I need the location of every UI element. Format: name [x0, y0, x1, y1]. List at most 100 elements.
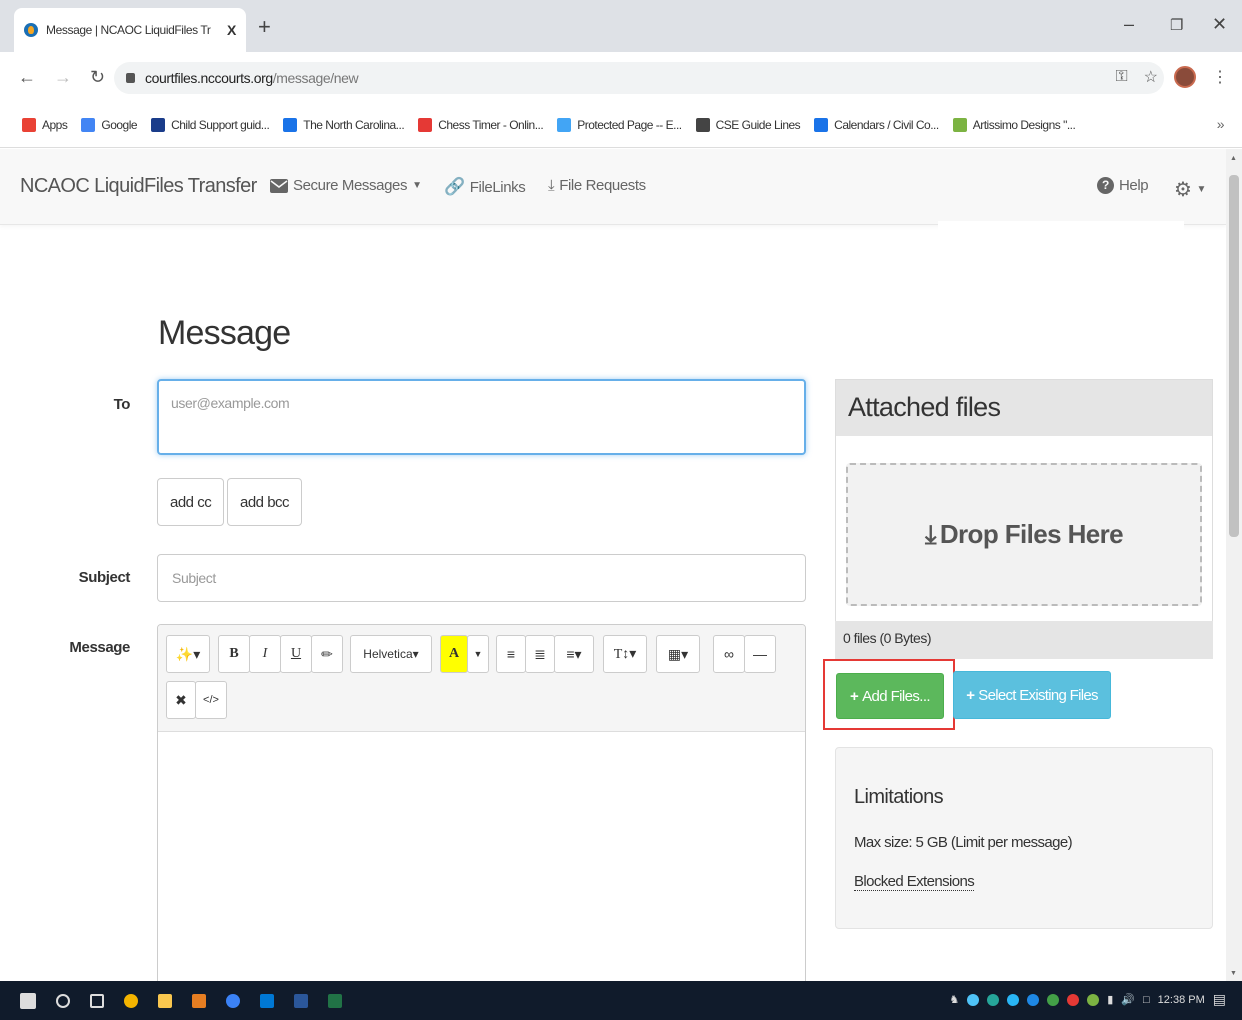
attached-files-title: Attached files	[836, 380, 1212, 436]
nav-filelinks-label: FileLinks	[469, 178, 526, 196]
code-view-icon[interactable]: </>	[195, 681, 227, 719]
new-tab-icon[interactable]: +	[258, 14, 271, 40]
link-icon[interactable]: ∞	[713, 635, 745, 673]
menu-kebab-icon[interactable]: ⋮	[1212, 67, 1228, 87]
limitations-title: Limitations	[854, 786, 944, 808]
bookmark-item[interactable]: Apps	[22, 117, 68, 132]
address-bar[interactable]: courtfiles.nccourts.org/message/new	[114, 62, 1164, 94]
key-icon[interactable]: ⚿	[1115, 68, 1127, 86]
maximize-icon[interactable]: ❐	[1170, 16, 1183, 34]
tray-app-icon[interactable]	[1007, 993, 1020, 1006]
question-circle-icon: ?	[1097, 177, 1114, 194]
minimize-icon[interactable]: –	[1124, 14, 1134, 35]
notifications-icon[interactable]: ▤	[1213, 991, 1226, 1008]
scroll-up-icon[interactable]: ▲	[1230, 155, 1237, 162]
tab-close-icon[interactable]: X	[227, 22, 236, 38]
word-icon[interactable]	[294, 993, 308, 1008]
add-cc-button[interactable]: add cc	[157, 478, 225, 526]
nav-secure-messages-label: Secure Messages	[293, 177, 408, 194]
font-family-select[interactable]: Helvetica ▾	[350, 635, 432, 673]
task-view-icon[interactable]	[90, 993, 104, 1008]
app-icon[interactable]	[192, 993, 206, 1008]
more-bookmarks-icon[interactable]: »	[1217, 116, 1225, 132]
bold-button[interactable]: B	[218, 635, 250, 673]
bookmark-item[interactable]: Google	[81, 117, 138, 132]
bookmark-label: Google	[101, 117, 138, 132]
to-field[interactable]: user@example.com	[157, 379, 806, 455]
bookmark-label: Calendars / Civil Co...	[834, 117, 939, 132]
bookmark-item[interactable]: Artissimo Designs "...	[952, 117, 1076, 132]
paragraph-align-icon[interactable]: ≡▾	[554, 635, 594, 673]
nav-file-requests[interactable]: ⤓ File Requests	[548, 177, 646, 194]
subject-field[interactable]: Subject	[157, 554, 806, 602]
drop-zone[interactable]: ⤓ Drop Files Here	[846, 463, 1202, 606]
brand-title[interactable]: NCAOC LiquidFiles Transfer	[20, 175, 257, 198]
text-height-icon[interactable]: T↕▾	[603, 635, 647, 673]
bookmark-item[interactable]: Child Support guid...	[151, 117, 270, 132]
color-caret-icon[interactable]: ▼	[467, 635, 489, 673]
eraser-icon[interactable]: ✏	[311, 635, 343, 673]
volume-icon[interactable]: 🔊	[1121, 993, 1135, 1006]
page-scrollbar[interactable]: ▲ ▼	[1226, 149, 1242, 981]
tray-app-icon[interactable]	[1067, 993, 1080, 1006]
app-navbar: NCAOC LiquidFiles Transfer Secure Messag…	[0, 149, 1226, 225]
edge-icon[interactable]	[226, 993, 240, 1008]
nav-help[interactable]: ? Help	[1097, 177, 1149, 194]
blocked-extensions-link[interactable]: Blocked Extensions	[854, 873, 975, 891]
people-icon[interactable]: ♞	[949, 993, 959, 1006]
italic-button[interactable]: I	[249, 635, 281, 673]
bookmark-item[interactable]: Chess Timer - Onlin...	[418, 117, 544, 132]
table-icon[interactable]: ▦▾	[656, 635, 700, 673]
bookmark-label: Protected Page -- E...	[577, 117, 682, 132]
file-explorer-icon[interactable]	[158, 993, 172, 1008]
subject-placeholder: Subject	[172, 570, 216, 586]
ordered-list-icon[interactable]: ≣	[525, 635, 555, 673]
bookmark-item[interactable]: Protected Page -- E...	[557, 117, 682, 132]
settings-menu[interactable]: ⚙ ▼	[1174, 177, 1206, 202]
bookmark-item[interactable]: The North Carolina...	[283, 117, 405, 132]
nav-filelinks[interactable]: 🔗 FileLinks	[444, 177, 526, 197]
onedrive-icon[interactable]	[967, 993, 980, 1006]
horizontal-rule-icon[interactable]: —	[744, 635, 776, 673]
scroll-down-icon[interactable]: ▼	[1230, 970, 1237, 977]
tray-app-icon[interactable]	[1047, 993, 1060, 1006]
bookmark-label: Chess Timer - Onlin...	[438, 117, 544, 132]
bookmark-label: Child Support guid...	[171, 117, 270, 132]
battery-icon[interactable]: ▮	[1107, 993, 1113, 1006]
bluetooth-icon[interactable]	[1027, 993, 1040, 1006]
bookmark-item[interactable]: CSE Guide Lines	[695, 117, 801, 132]
close-window-icon[interactable]: ✕	[1212, 14, 1227, 35]
message-editor[interactable]: ✨▾ B I U ✏ Helvetica ▾ A ▼ ≡ ≣ ≡▾ T↕▾ ▦▾ …	[157, 624, 806, 981]
underline-button[interactable]: U	[280, 635, 312, 673]
nav-help-label: Help	[1119, 177, 1149, 194]
network-icon[interactable]: □	[1143, 994, 1150, 1006]
select-existing-files-button[interactable]: + Select Existing Files	[953, 671, 1111, 719]
nav-secure-messages[interactable]: Secure Messages ▼	[270, 177, 422, 194]
reload-icon[interactable]: ↻	[90, 67, 105, 88]
tray-app-icon[interactable]	[987, 993, 1000, 1006]
message-label: Message	[69, 639, 130, 656]
back-icon[interactable]: ←	[18, 67, 36, 88]
google-icon	[81, 117, 96, 132]
search-icon[interactable]	[56, 993, 70, 1008]
windows-start-icon[interactable]	[20, 992, 36, 1009]
limitations-panel: Limitations Max size: 5 GB (Limit per me…	[835, 747, 1213, 929]
forward-icon[interactable]: →	[54, 67, 72, 88]
excel-icon[interactable]	[328, 993, 342, 1008]
unordered-list-icon[interactable]: ≡	[496, 635, 526, 673]
chrome-icon[interactable]	[124, 993, 138, 1008]
windows-taskbar: ♞ ▮ 🔊 □ 12:38 PM ▤	[0, 981, 1242, 1020]
bookmark-item[interactable]: Calendars / Civil Co...	[814, 117, 939, 132]
fullscreen-icon[interactable]: ✖	[166, 681, 196, 719]
clock-time[interactable]: 12:38 PM	[1158, 994, 1205, 1006]
avatar[interactable]	[1174, 66, 1196, 88]
text-color-icon[interactable]: A	[440, 635, 468, 673]
magic-wand-icon[interactable]: ✨▾	[166, 635, 210, 673]
outlook-icon[interactable]	[260, 993, 274, 1008]
scrollbar-thumb[interactable]	[1229, 175, 1239, 537]
tray-app-icon[interactable]	[1087, 993, 1100, 1006]
chess-icon	[418, 117, 433, 132]
star-icon[interactable]: ☆	[1144, 67, 1158, 87]
add-bcc-button[interactable]: add bcc	[227, 478, 303, 526]
browser-tab[interactable]: Message | NCAOC LiquidFiles Tr X	[14, 8, 246, 52]
